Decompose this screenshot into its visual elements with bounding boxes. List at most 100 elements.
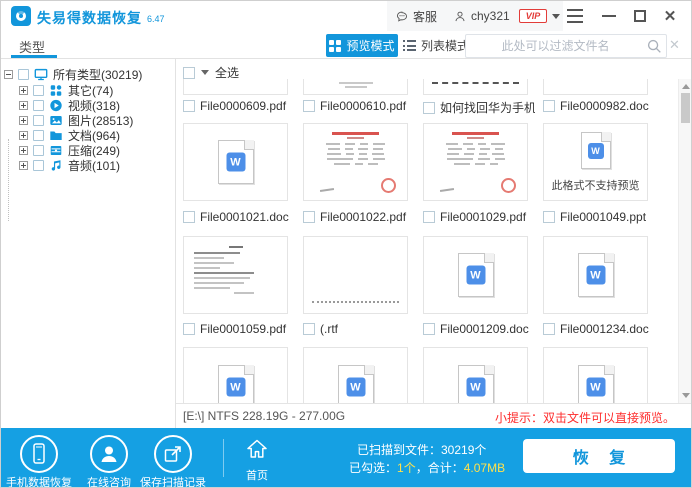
expand-icon[interactable] (19, 131, 28, 140)
online-service-button[interactable] (90, 435, 128, 473)
file-thumbnail[interactable]: W (543, 347, 648, 403)
file-checkbox[interactable] (543, 211, 555, 223)
tree-item-video[interactable]: 视频(318) (19, 98, 120, 112)
save-scan-record-label[interactable]: 保存扫描记录 (137, 474, 209, 488)
collapse-icon[interactable] (4, 70, 13, 79)
file-thumbnail[interactable] (423, 123, 528, 201)
tree-checkbox[interactable] (33, 145, 44, 156)
recover-button[interactable]: 恢 复 (523, 439, 675, 473)
file-name: File0001022.pdf (320, 210, 406, 224)
file-checkbox[interactable] (423, 211, 435, 223)
file-thumbnail[interactable] (303, 79, 408, 95)
file-thumbnail[interactable] (183, 236, 288, 314)
tree-item-document[interactable]: 文档(964) (19, 128, 120, 142)
scrollbar-thumb[interactable] (681, 93, 690, 123)
vip-dropdown-caret-icon[interactable] (552, 14, 560, 19)
menu-button[interactable] (566, 9, 584, 23)
tree-item-all-types[interactable]: 所有类型(30219) (4, 67, 142, 81)
file-checkbox[interactable] (303, 211, 315, 223)
file-item[interactable]: File0001049.ppt (543, 210, 655, 224)
file-checkbox[interactable] (183, 323, 195, 335)
expand-icon[interactable] (19, 116, 28, 125)
file-name: File0000609.pdf (200, 99, 286, 113)
file-item[interactable]: File0001021.doc (183, 210, 295, 224)
file-checkbox[interactable] (303, 323, 315, 335)
clear-filter-icon[interactable]: ✕ (669, 37, 680, 53)
computer-icon (34, 68, 48, 81)
file-thumbnail[interactable]: W (543, 236, 648, 314)
file-thumbnail[interactable] (423, 79, 528, 95)
select-all-caret-icon[interactable] (201, 70, 209, 75)
file-item[interactable]: File0001234.doc (543, 322, 655, 336)
scroll-down-icon[interactable] (682, 393, 690, 398)
file-checkbox[interactable] (543, 323, 555, 335)
filename-filter-input[interactable] (466, 38, 645, 54)
expand-icon[interactable] (19, 101, 28, 110)
tree-checkbox[interactable] (33, 130, 44, 141)
tree-item-image[interactable]: 图片(28513) (19, 113, 133, 127)
file-item[interactable]: File0001022.pdf (303, 210, 415, 224)
file-name: File0001059.pdf (200, 322, 286, 336)
file-thumbnail[interactable]: W (183, 347, 288, 403)
file-thumbnail[interactable]: W (423, 236, 528, 314)
tree-item-archive[interactable]: 压缩(249) (19, 143, 120, 157)
customer-service-button[interactable]: 客服 (395, 7, 437, 25)
file-checkbox[interactable] (303, 100, 315, 112)
file-thumbnail[interactable]: W 此格式不支持预览 (543, 123, 648, 201)
file-item[interactable]: File0000982.doc (543, 99, 655, 113)
tree-checkbox[interactable] (33, 85, 44, 96)
online-service-label[interactable]: 在线咨询 (85, 474, 133, 488)
preview-mode-button[interactable]: 预览模式 (326, 34, 398, 57)
home-button[interactable]: 首页 (237, 437, 277, 483)
file-item[interactable]: File0001209.doc (423, 322, 535, 336)
file-thumbnail[interactable] (183, 79, 288, 95)
vertical-scrollbar[interactable] (678, 79, 692, 403)
list-mode-button[interactable]: 列表模式 (403, 37, 469, 54)
tree-checkbox[interactable] (33, 160, 44, 171)
file-thumbnail[interactable] (303, 236, 408, 314)
tab-type[interactable]: 类型 (19, 37, 45, 56)
word-file-icon: W (338, 365, 374, 403)
expand-icon[interactable] (19, 161, 28, 170)
file-name: File0001049.ppt (560, 210, 646, 224)
tree-checkbox[interactable] (33, 115, 44, 126)
close-button[interactable]: ✕ (661, 6, 679, 26)
maximize-button[interactable] (634, 10, 646, 22)
no-preview-note: 此格式不支持预览 (544, 177, 647, 193)
tree-item-other[interactable]: 其它(74) (19, 83, 113, 97)
tree-checkbox[interactable] (33, 100, 44, 111)
file-item[interactable]: 如何找回华为手机删... (423, 99, 535, 116)
video-icon (49, 99, 63, 112)
phone-recovery-label[interactable]: 手机数据恢复 (3, 474, 75, 488)
search-icon[interactable] (645, 37, 663, 55)
phone-recovery-button[interactable] (20, 435, 58, 473)
misc-grid-icon (49, 84, 63, 97)
file-item[interactable]: File0000609.pdf (183, 99, 295, 113)
file-thumbnail[interactable] (543, 79, 648, 95)
file-thumbnail[interactable]: W (423, 347, 528, 403)
file-item[interactable]: File0000610.pdf (303, 99, 415, 113)
tree-checkbox[interactable] (18, 69, 29, 80)
account-button[interactable]: chy321 (453, 7, 510, 25)
file-item[interactable]: File0001059.pdf (183, 322, 295, 336)
tree-item-audio[interactable]: 音频(101) (19, 158, 120, 172)
file-thumbnail[interactable]: W (303, 347, 408, 403)
scroll-up-icon[interactable] (682, 84, 690, 89)
file-thumbnail[interactable] (303, 123, 408, 201)
vip-badge[interactable]: VIP (519, 9, 547, 23)
file-item[interactable]: File0001029.pdf (423, 210, 535, 224)
file-checkbox[interactable] (543, 100, 555, 112)
file-checkbox[interactable] (423, 323, 435, 335)
minimize-button[interactable] (602, 15, 616, 17)
scan-statistics: 已扫描到文件：30219个 已勾选：1个，合计：4.07MB (349, 441, 505, 477)
expand-icon[interactable] (19, 86, 28, 95)
select-all-checkbox[interactable] (183, 67, 195, 79)
file-item[interactable]: (.rtf (303, 322, 415, 336)
file-thumbnail[interactable]: W (183, 123, 288, 201)
save-scan-record-button[interactable] (154, 435, 192, 473)
file-name: 如何找回华为手机删... (440, 99, 535, 116)
file-checkbox[interactable] (423, 102, 435, 114)
file-checkbox[interactable] (183, 211, 195, 223)
file-checkbox[interactable] (183, 100, 195, 112)
expand-icon[interactable] (19, 146, 28, 155)
